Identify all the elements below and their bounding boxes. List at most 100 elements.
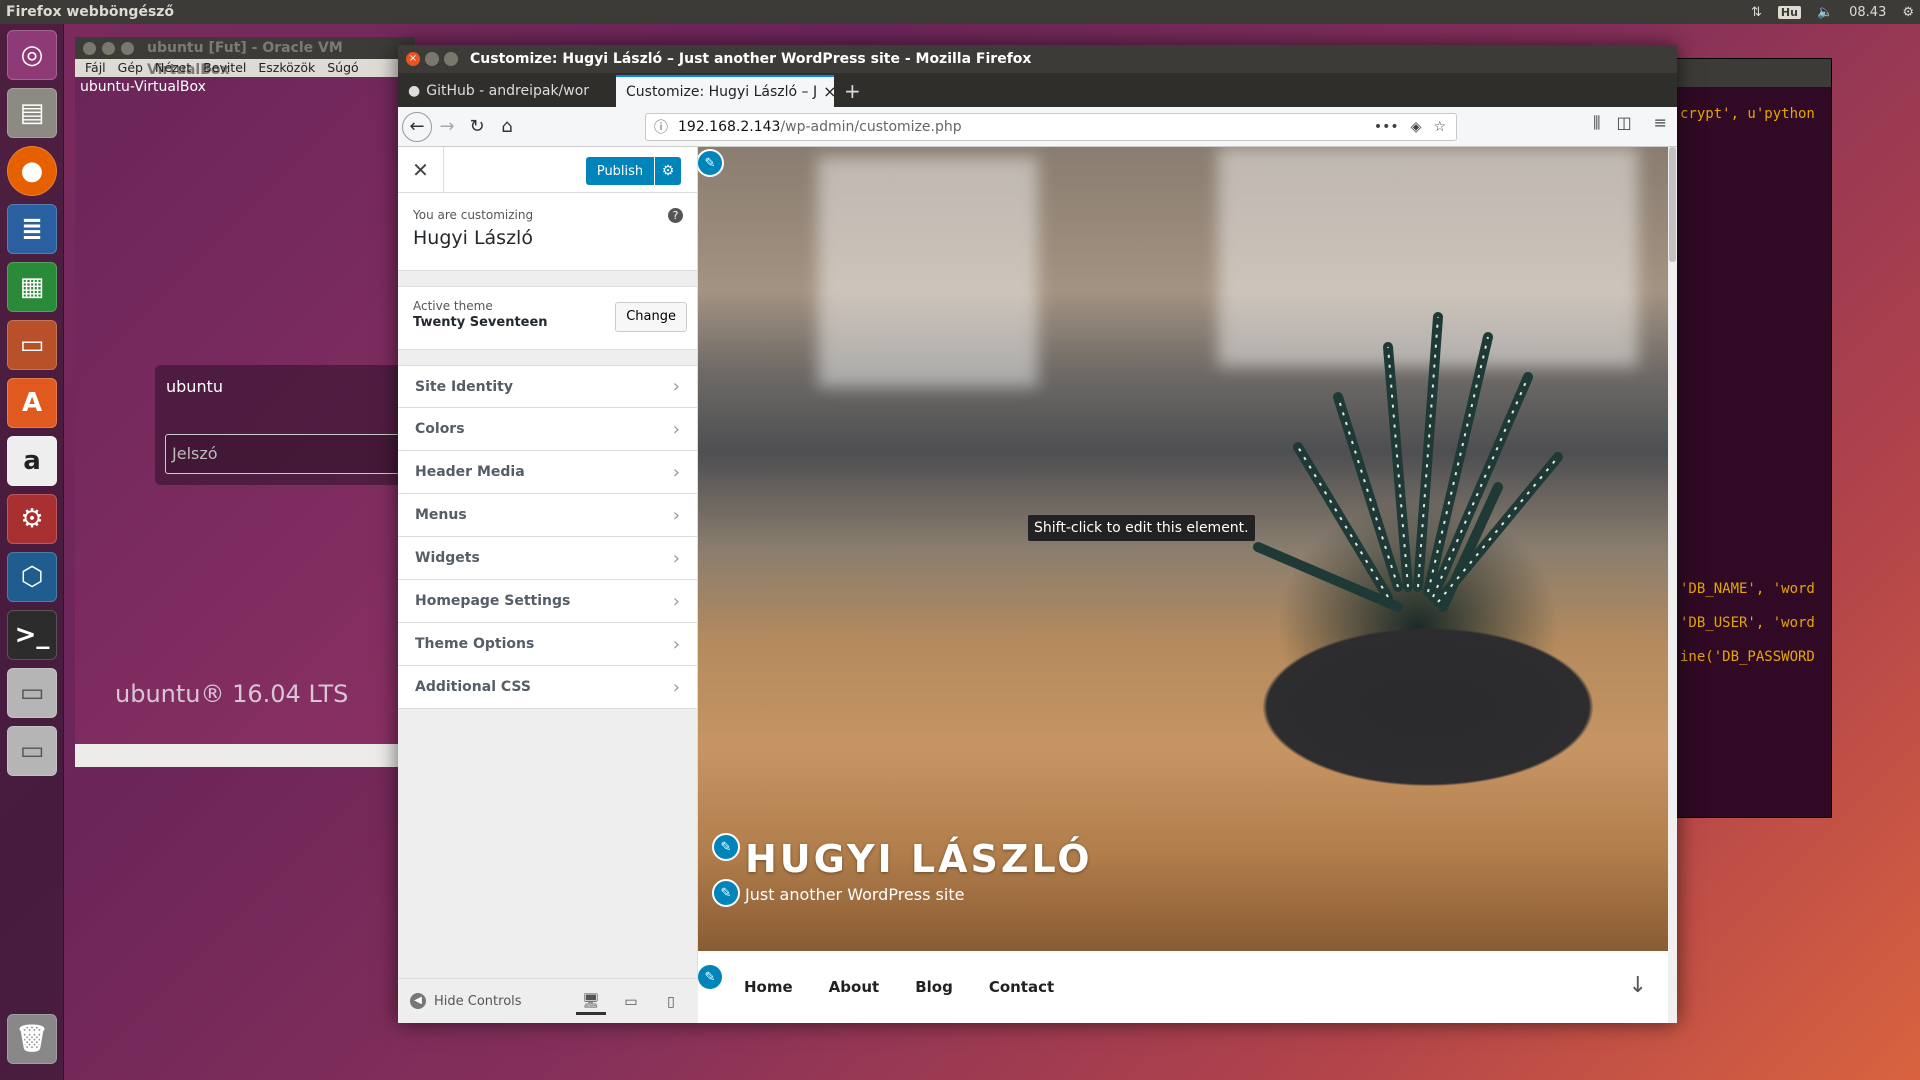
login-username: ubuntu <box>166 377 223 396</box>
terminal-window: crypt', u'python 'DB_NAME', 'word 'DB_US… <box>1650 58 1832 818</box>
url-bar[interactable]: ⓘ 192.168.2.143 /wp-admin/customize.php … <box>645 113 1457 141</box>
sidebar-icon[interactable]: ◫ <box>1616 113 1631 133</box>
section-widgets[interactable]: Widgets › <box>398 537 697 580</box>
edit-menu-pencil-icon[interactable]: ✎ <box>698 963 724 991</box>
vbox-close-button[interactable] <box>83 42 96 55</box>
volume-muted-icon[interactable]: 🔈 <box>1817 5 1833 20</box>
scroll-down-arrow-icon[interactable]: ↓ <box>1629 973 1647 998</box>
trash-icon[interactable]: 🗑 <box>7 1014 57 1064</box>
impress-icon[interactable]: ▭ <box>7 320 57 370</box>
drive-icon-2[interactable]: ▭ <box>7 726 57 776</box>
keyboard-layout-indicator[interactable]: Hu <box>1777 5 1801 19</box>
vbox-menu-input[interactable]: Bevitel <box>203 59 246 77</box>
tab-customize[interactable]: Customize: Hugyi László – J × <box>616 75 834 107</box>
system-settings-icon[interactable]: ⚙ <box>7 494 57 544</box>
menu-hamburger-icon[interactable]: ≡ <box>1654 113 1667 133</box>
edit-title-pencil-icon[interactable]: ✎ <box>712 833 740 861</box>
section-label: Widgets <box>415 550 480 566</box>
writer-icon[interactable]: ≣ <box>7 204 57 254</box>
section-label: Menus <box>415 507 467 523</box>
customizer-header: ✕ Publish ⚙ <box>398 147 697 193</box>
vbox-menu-help[interactable]: Súgó <box>327 59 358 77</box>
section-theme-options[interactable]: Theme Options › <box>398 623 697 666</box>
password-input[interactable]: Jelszó <box>165 434 415 474</box>
new-tab-button[interactable]: + <box>834 75 874 107</box>
terminal-line: 'DB_USER', 'word <box>1680 615 1815 631</box>
hide-controls-button[interactable]: ◀ Hide Controls <box>410 993 522 1009</box>
mobile-preview-icon[interactable]: ▯ <box>656 989 686 1015</box>
help-icon[interactable]: ? <box>668 208 683 223</box>
section-colors[interactable]: Colors › <box>398 408 697 451</box>
back-button[interactable]: ← <box>402 111 432 142</box>
reload-button[interactable]: ↻ <box>462 112 492 142</box>
page-actions-icon[interactable]: ••• <box>1374 119 1399 135</box>
chevron-right-icon: › <box>672 633 680 655</box>
info-icon[interactable]: ⓘ <box>654 117 668 137</box>
site-tagline[interactable]: Just another WordPress site <box>745 885 964 904</box>
customizing-label: You are customizing <box>413 208 534 222</box>
virtualbox-icon[interactable]: ⬡ <box>7 552 57 602</box>
forward-button[interactable]: → <box>432 112 462 142</box>
nav-blog[interactable]: Blog <box>915 978 953 996</box>
bookmark-star-icon[interactable]: ☆ <box>1433 119 1446 135</box>
active-theme-box: Active theme Twenty Seventeen Change <box>398 286 697 350</box>
files-icon[interactable]: ▤ <box>7 88 57 138</box>
terminal-titlebar <box>1651 59 1831 87</box>
vbox-menu-machine[interactable]: Gép <box>118 59 143 77</box>
tablet-preview-icon[interactable]: ▭ <box>616 989 646 1015</box>
preview-scrollbar[interactable] <box>1668 147 1677 1023</box>
vbox-minimize-button[interactable] <box>102 42 115 55</box>
edit-tagline-pencil-icon[interactable]: ✎ <box>712 879 740 907</box>
chevron-right-icon: › <box>672 547 680 569</box>
top-panel: Firefox webböngésző ⇅ Hu 🔈 08.43 ⚙ <box>0 0 1920 24</box>
site-title[interactable]: HUGYI LÁSZLÓ <box>745 837 1093 881</box>
close-customizer-button[interactable]: ✕ <box>398 147 444 193</box>
amazon-icon[interactable]: a <box>7 436 57 486</box>
minimize-window-button[interactable] <box>425 52 439 66</box>
url-path: /wp-admin/customize.php <box>780 119 962 135</box>
terminal-icon[interactable]: >_ <box>7 610 57 660</box>
tab-github[interactable]: ● GitHub - andreipak/wor <box>398 75 616 107</box>
desktop-preview-icon[interactable]: 🖥 <box>576 989 606 1015</box>
section-site-identity[interactable]: Site Identity › <box>398 365 697 408</box>
terminal-line: ine('DB_PASSWORD <box>1680 649 1815 665</box>
vbox-menu-view[interactable]: Nézet <box>155 59 191 77</box>
header-image: ✎ ✎ ✎ HUGYI LÁSZLÓ Just another WordPres… <box>698 147 1668 951</box>
publish-button[interactable]: Publish <box>586 157 654 185</box>
vbox-menu-file[interactable]: Fájl <box>85 59 106 77</box>
customizer-footer: ◀ Hide Controls 🖥 ▭ ▯ <box>398 978 698 1023</box>
section-menus[interactable]: Menus › <box>398 494 697 537</box>
close-tab-icon[interactable]: × <box>823 77 834 107</box>
network-icon[interactable]: ⇅ <box>1751 5 1762 20</box>
pocket-icon[interactable]: ◈ <box>1411 119 1422 135</box>
software-center-icon[interactable]: A <box>7 378 57 428</box>
maximize-window-button[interactable] <box>444 52 458 66</box>
gear-icon[interactable]: ⚙ <box>1902 5 1914 20</box>
close-window-button[interactable]: × <box>406 52 420 66</box>
section-homepage-settings[interactable]: Homepage Settings › <box>398 580 697 623</box>
launcher: ◎ ▤ ● ≣ ▦ ▭ A a ⚙ ⬡ >_ ▭ ▭ 🗑 <box>0 24 64 1080</box>
nav-about[interactable]: About <box>829 978 880 996</box>
ubuntu-dash-icon[interactable]: ◎ <box>7 30 57 80</box>
nav-contact[interactable]: Contact <box>989 978 1054 996</box>
customizing-info: You are customizing Hugyi László ? <box>398 193 697 271</box>
clock[interactable]: 08.43 <box>1849 5 1886 20</box>
chevron-right-icon: › <box>672 376 680 397</box>
publish-settings-gear-icon[interactable]: ⚙ <box>655 157 681 185</box>
scrollbar-thumb[interactable] <box>1669 147 1676 262</box>
firefox-icon[interactable]: ● <box>7 146 57 196</box>
section-additional-css[interactable]: Additional CSS › <box>398 666 697 709</box>
customizer-sections: Site Identity › Colors › Header Media › Men… <box>398 365 697 709</box>
library-icon[interactable]: ⫼ <box>1593 113 1600 133</box>
section-header-media[interactable]: Header Media › <box>398 451 697 494</box>
change-theme-button[interactable]: Change <box>615 302 687 332</box>
vbox-menu-devices[interactable]: Eszközök <box>258 59 315 77</box>
drive-icon[interactable]: ▭ <box>7 668 57 718</box>
section-label: Site Identity <box>415 378 513 395</box>
calc-icon[interactable]: ▦ <box>7 262 57 312</box>
nav-home[interactable]: Home <box>744 978 793 996</box>
home-button[interactable]: ⌂ <box>492 112 522 142</box>
site-preview: ✎ ✎ ✎ HUGYI LÁSZLÓ Just another WordPres… <box>698 147 1677 1023</box>
vbox-maximize-button[interactable] <box>121 42 134 55</box>
section-label: Colors <box>415 421 465 437</box>
